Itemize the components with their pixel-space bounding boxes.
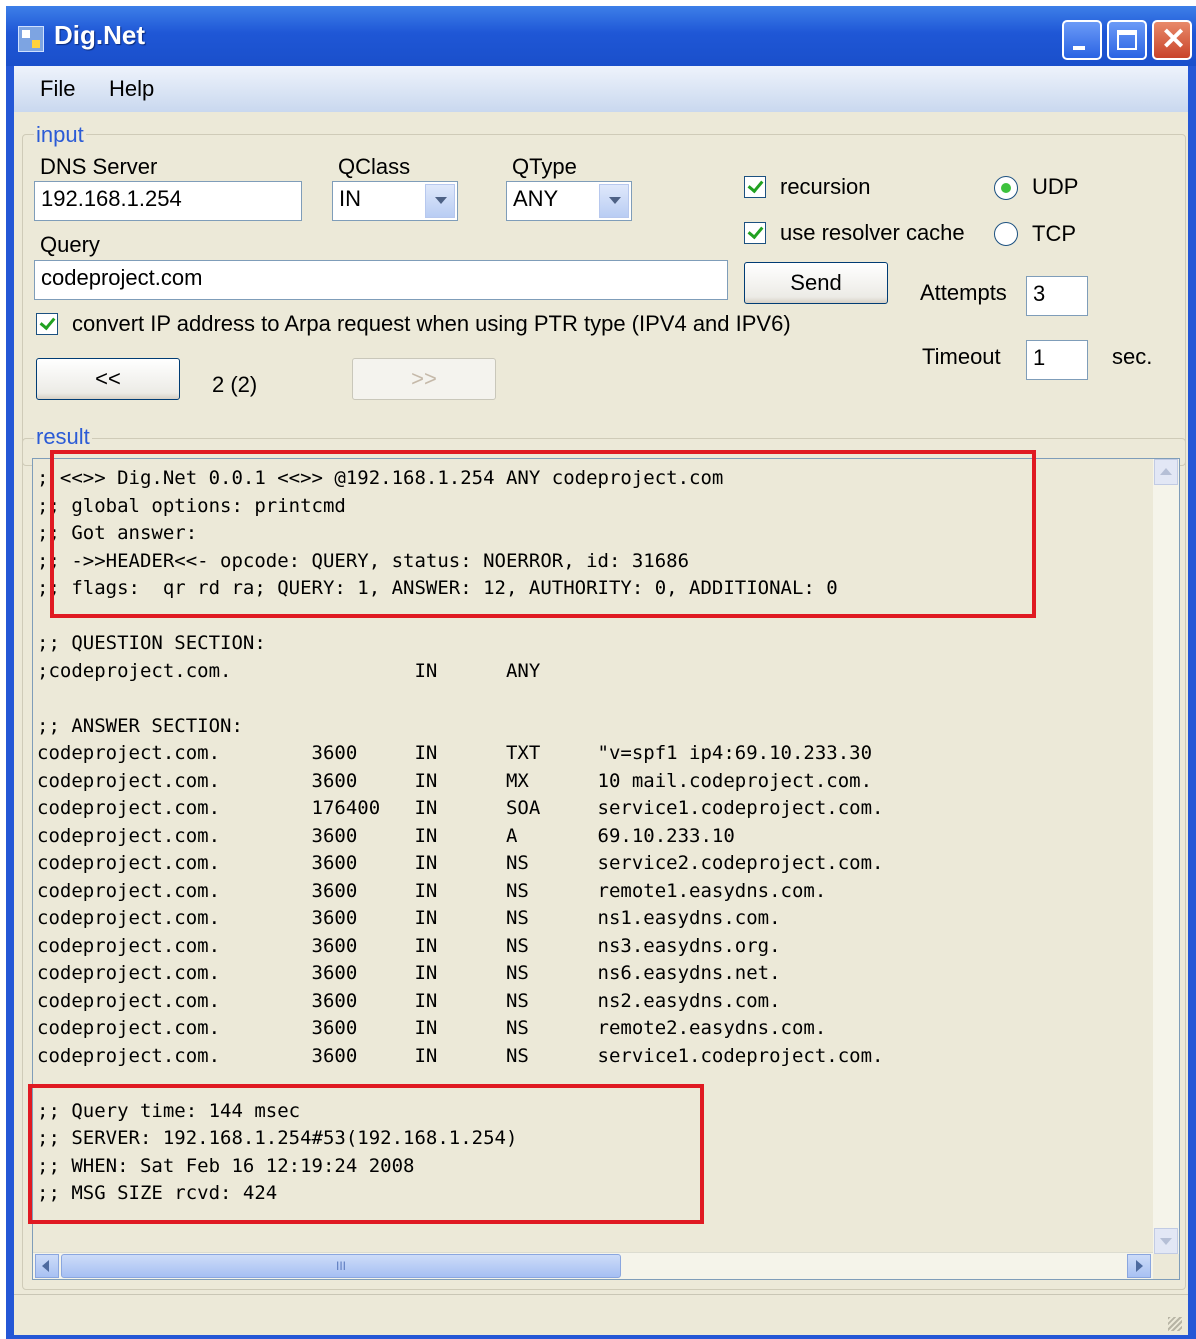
header-highlight-box (50, 450, 1036, 618)
stats-highlight-box (28, 1084, 704, 1224)
minimize-icon (1073, 46, 1085, 50)
resolver-cache-label: use resolver cache (780, 220, 965, 245)
dns-server-input[interactable]: 192.168.1.254 (34, 181, 302, 221)
maximize-button[interactable] (1107, 20, 1147, 60)
status-bar (14, 1294, 1188, 1335)
qtype-label: QType (512, 154, 577, 179)
query-label: Query (40, 232, 100, 257)
udp-radio[interactable] (994, 176, 1018, 200)
timeout-unit-label: sec. (1112, 344, 1153, 369)
minimize-button[interactable] (1062, 20, 1102, 60)
menu-file[interactable]: File (40, 76, 75, 102)
input-group-label: input (34, 122, 86, 148)
resize-grip-icon[interactable] (1168, 1317, 1182, 1331)
close-icon: ✕ (1161, 23, 1187, 56)
resolver-cache-checkbox[interactable] (744, 222, 766, 244)
query-input[interactable]: codeproject.com (34, 260, 728, 300)
arpa-checkbox[interactable] (36, 313, 58, 335)
maximize-icon (1117, 30, 1137, 50)
chevron-up-icon (1160, 468, 1172, 475)
chevron-left-icon (42, 1260, 49, 1272)
scroll-left-button[interactable] (35, 1254, 59, 1278)
chevron-right-icon (1136, 1260, 1143, 1272)
attempts-label: Attempts (920, 280, 1007, 305)
timeout-label: Timeout (922, 344, 1001, 369)
qclass-select[interactable]: IN (332, 181, 458, 221)
scroll-up-button[interactable] (1154, 459, 1178, 485)
window-title: Dig.Net (54, 20, 145, 50)
client-area: File Help input DNS Server 192.168.1.254… (14, 66, 1188, 1335)
tcp-radio[interactable] (994, 222, 1018, 246)
chevron-down-icon (1160, 1238, 1172, 1245)
udp-label: UDP (1032, 174, 1079, 199)
scroll-down-button[interactable] (1154, 1228, 1178, 1254)
chevron-down-icon[interactable] (425, 184, 455, 218)
next-button[interactable]: >> (352, 358, 496, 400)
recursion-checkbox[interactable] (744, 176, 766, 198)
result-group-label: result (34, 424, 92, 450)
attempts-input[interactable]: 3 (1026, 276, 1088, 316)
app-icon[interactable] (18, 26, 44, 52)
horizontal-scroll-thumb[interactable]: III (61, 1254, 621, 1278)
title-bar[interactable]: Dig.Net ✕ (6, 6, 1196, 66)
recursion-label: recursion (780, 174, 871, 199)
tcp-label: TCP (1032, 221, 1076, 246)
qtype-value: ANY (513, 186, 559, 211)
menu-help[interactable]: Help (109, 76, 154, 102)
qtype-select[interactable]: ANY (506, 181, 632, 221)
arpa-label: convert IP address to Arpa request when … (72, 311, 791, 336)
page-indicator: 2 (2) (212, 372, 258, 397)
menu-bar: File Help (14, 66, 1188, 112)
app-window: Dig.Net ✕ File Help input DNS Server 192… (6, 6, 1196, 1339)
horizontal-scrollbar[interactable]: III (33, 1252, 1153, 1279)
previous-button[interactable]: << (36, 358, 180, 400)
close-button[interactable]: ✕ (1152, 20, 1192, 60)
dns-server-label: DNS Server (40, 154, 158, 179)
send-button[interactable]: Send (744, 262, 888, 304)
scroll-right-button[interactable] (1127, 1254, 1151, 1278)
timeout-input[interactable]: 1 (1026, 340, 1088, 380)
chevron-down-icon[interactable] (599, 184, 629, 218)
vertical-scrollbar[interactable] (1153, 459, 1179, 1254)
qclass-label: QClass (338, 154, 411, 179)
qclass-value: IN (339, 186, 361, 211)
